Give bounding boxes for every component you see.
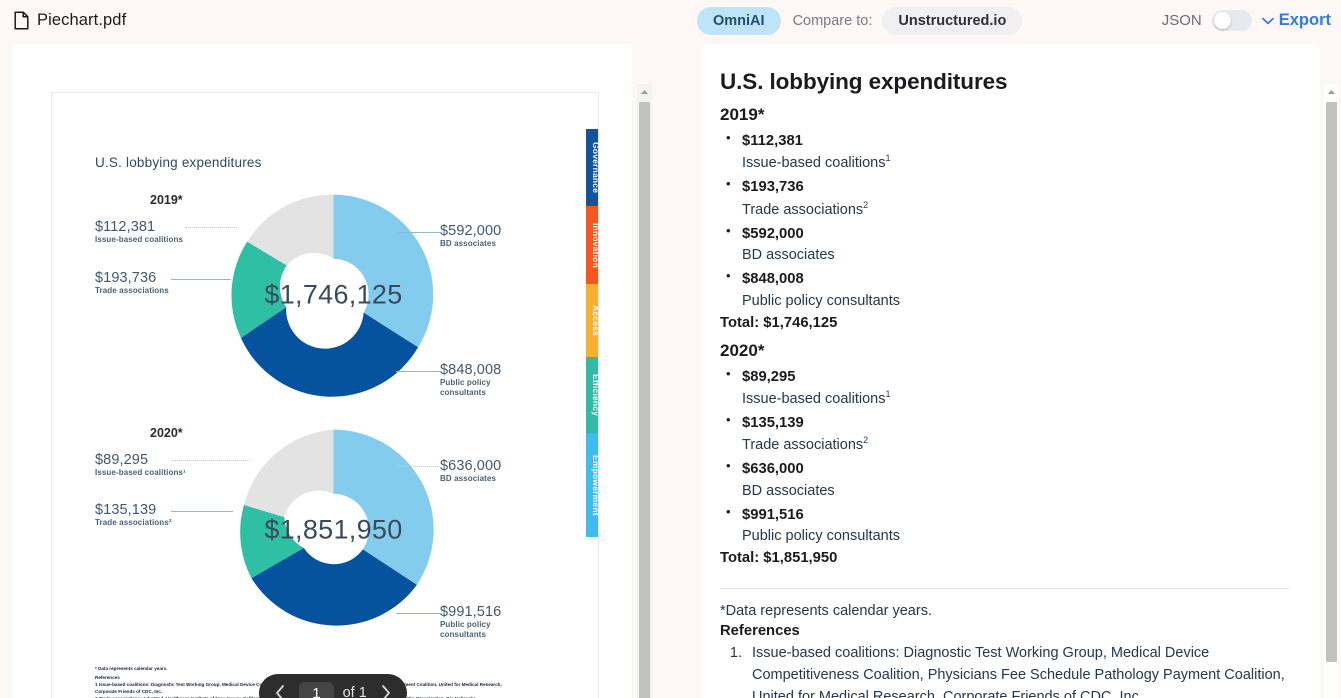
leader-line-2020-bd [397, 466, 440, 467]
leader-line-2020-trade [171, 511, 233, 512]
compare-to-label: Compare to: [792, 12, 873, 29]
chart-label-2019-trade: $193,736 Trade associations [95, 270, 169, 296]
extraction-total-2019: Total: $1,746,125 [720, 314, 838, 331]
leader-line-2019-trade [171, 279, 231, 280]
donut-chart-2020: $1,851,950 [225, 421, 442, 638]
extraction-references-heading: References [720, 623, 800, 640]
leader-line-2020-issue [172, 460, 250, 461]
extraction-scrollbar[interactable] [1324, 84, 1338, 698]
list-item: $89,295 Issue-based coalitions1 [726, 366, 1290, 410]
leader-line-2019-issue [185, 227, 237, 228]
view-tools: JSON Export [1162, 10, 1341, 31]
donut-center-total-2020: $1,851,950 [264, 514, 403, 544]
side-tab-efficiency: Efficiency [586, 357, 598, 433]
extraction-total-2020: Total: $1,851,950 [720, 550, 838, 567]
chevron-down-icon [1261, 17, 1274, 24]
pdf-viewer: U.S. lobbying expenditures 2019* $1,746,… [0, 41, 697, 698]
pdf-year-label-2020: 2020* [150, 426, 183, 440]
extraction-references-list: Issue-based coalitions: Diagnostic Test … [720, 642, 1290, 698]
pdf-scrollbar-thumb[interactable] [639, 102, 650, 698]
extraction-list-2020: $89,295 Issue-based coalitions1 $135,139… [720, 366, 1290, 548]
top-bar-controls: OmniAI Compare to: Unstructured.io JSON … [697, 0, 1341, 41]
extraction-heading: U.S. lobbying expenditures [720, 69, 1008, 94]
page-navigation: 1 of 1 [259, 674, 407, 698]
pdf-page: U.S. lobbying expenditures 2019* $1,746,… [51, 92, 599, 698]
list-item: $112,381 Issue-based coalitions1 [726, 130, 1290, 174]
scroll-up-icon[interactable] [1324, 84, 1338, 100]
pdf-side-tabs: Governance Innovation Access Efficiency [586, 129, 598, 537]
extraction-content: U.S. lobbying expenditures 2019* $112,38… [702, 44, 1320, 698]
chevron-left-icon[interactable] [270, 682, 290, 698]
document-icon [14, 11, 29, 30]
chevron-right-icon[interactable] [376, 682, 396, 698]
provider-tab-unstructured[interactable]: Unstructured.io [882, 6, 1023, 35]
file-indicator: Piechart.pdf [0, 11, 126, 30]
extraction-year-2019: 2019* [720, 105, 765, 124]
list-item: $135,139 Trade associations2 [726, 412, 1290, 456]
export-label: Export [1278, 11, 1331, 29]
chart-label-2019-bd: $592,000 BD associates [440, 223, 502, 249]
pdf-doc-title: U.S. lobbying expenditures [95, 155, 262, 170]
side-tab-innovation: Innovation [586, 206, 598, 284]
pdf-year-label-2019: 2019* [150, 193, 183, 207]
json-label: JSON [1161, 12, 1202, 29]
top-bar: Piechart.pdf OmniAI Compare to: Unstruct… [0, 0, 1341, 41]
chart-label-2020-ppc: $991,516 Public policy consultants [440, 604, 502, 639]
chart-label-2019-ppc: $848,008 Public policy consultants [440, 362, 502, 397]
json-toggle[interactable] [1211, 10, 1252, 31]
section-divider [720, 588, 1290, 590]
page-count-label: of 1 [342, 685, 367, 698]
export-button[interactable]: Export [1261, 11, 1331, 30]
extraction-year-2020: 2020* [720, 340, 765, 360]
leader-line-2019-ppc [396, 371, 440, 372]
pdf-canvas: U.S. lobbying expenditures 2019* $1,746,… [12, 44, 632, 698]
file-name: Piechart.pdf [37, 11, 127, 29]
chart-label-2020-bd: $636,000 BD associates [440, 458, 502, 484]
leader-line-2020-ppc [396, 613, 440, 614]
leader-line-2019-bd [398, 232, 440, 233]
list-item: $848,008 Public policy consultants [726, 268, 1290, 311]
scroll-up-icon[interactable] [637, 84, 652, 100]
extraction-scrollbar-thumb[interactable] [1326, 102, 1337, 662]
side-tab-governance: Governance [586, 129, 598, 206]
main-split: U.S. lobbying expenditures 2019* $1,746,… [0, 41, 1341, 698]
side-tab-empowerment: Empowerment [586, 433, 598, 537]
app-root: Piechart.pdf OmniAI Compare to: Unstruct… [0, 0, 1341, 698]
extraction-footnote: *Data represents calendar years. [720, 603, 932, 620]
list-item: $991,516 Public policy consultants [726, 504, 1290, 547]
extraction-panel: U.S. lobbying expenditures 2019* $112,38… [697, 41, 1341, 698]
list-item: $636,000 BD associates [726, 458, 1290, 501]
provider-tab-omniai[interactable]: OmniAI [697, 6, 781, 35]
toggle-knob [1213, 12, 1231, 29]
extraction-card: U.S. lobbying expenditures 2019* $112,38… [702, 44, 1320, 698]
chart-label-2020-issue: $89,295 Issue-based coalitions¹ [95, 452, 186, 478]
extraction-list-2019: $112,381 Issue-based coalitions1 $193,73… [720, 130, 1290, 312]
chart-label-2019-issue: $112,381 Issue-based coalitions [95, 219, 184, 245]
page-number-input[interactable]: 1 [299, 681, 334, 698]
list-item: $592,000 BD associates [726, 223, 1290, 266]
donut-center-total-2019: $1,746,125 [264, 279, 403, 309]
list-item: Issue-based coalitions: Diagnostic Test … [746, 642, 1290, 698]
side-tab-access: Access [586, 284, 598, 357]
chart-label-2020-trade: $135,139 Trade associations² [95, 502, 172, 528]
list-item: $193,736 Trade associations2 [726, 176, 1290, 220]
pdf-scrollbar[interactable] [637, 84, 652, 698]
